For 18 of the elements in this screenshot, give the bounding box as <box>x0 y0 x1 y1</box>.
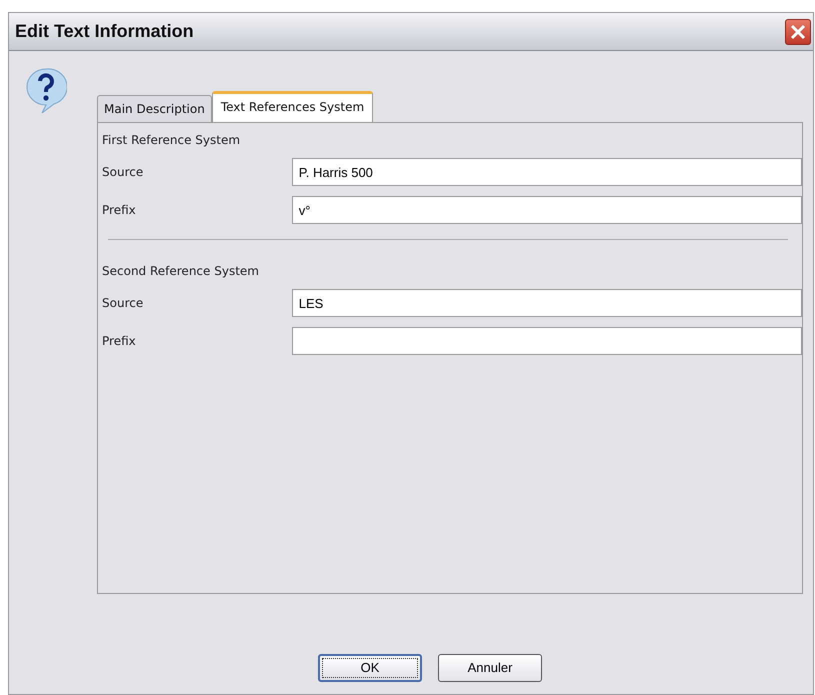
question-icon <box>25 67 67 113</box>
input-field[interactable]: LES <box>292 289 802 317</box>
field-label: Prefix <box>102 202 137 219</box>
input-field[interactable] <box>292 327 802 355</box>
tab[interactable]: Main Description <box>97 95 212 122</box>
input-field[interactable]: v° <box>292 196 802 224</box>
close-button[interactable] <box>785 18 811 44</box>
input-field[interactable]: P. Harris 500 <box>292 158 802 186</box>
dialog-button[interactable]: Annuler <box>438 654 542 682</box>
close-icon <box>789 22 807 40</box>
field-label: Source <box>102 295 144 312</box>
section-title: Second Reference System <box>102 263 259 280</box>
window-title: Edit Text Information <box>15 20 194 43</box>
section-title: First Reference System <box>102 132 240 149</box>
dialog-button[interactable]: OK <box>318 654 422 682</box>
tab[interactable]: Text References System <box>212 91 374 122</box>
field-label: Prefix <box>102 333 137 350</box>
field-label: Source <box>102 164 144 181</box>
